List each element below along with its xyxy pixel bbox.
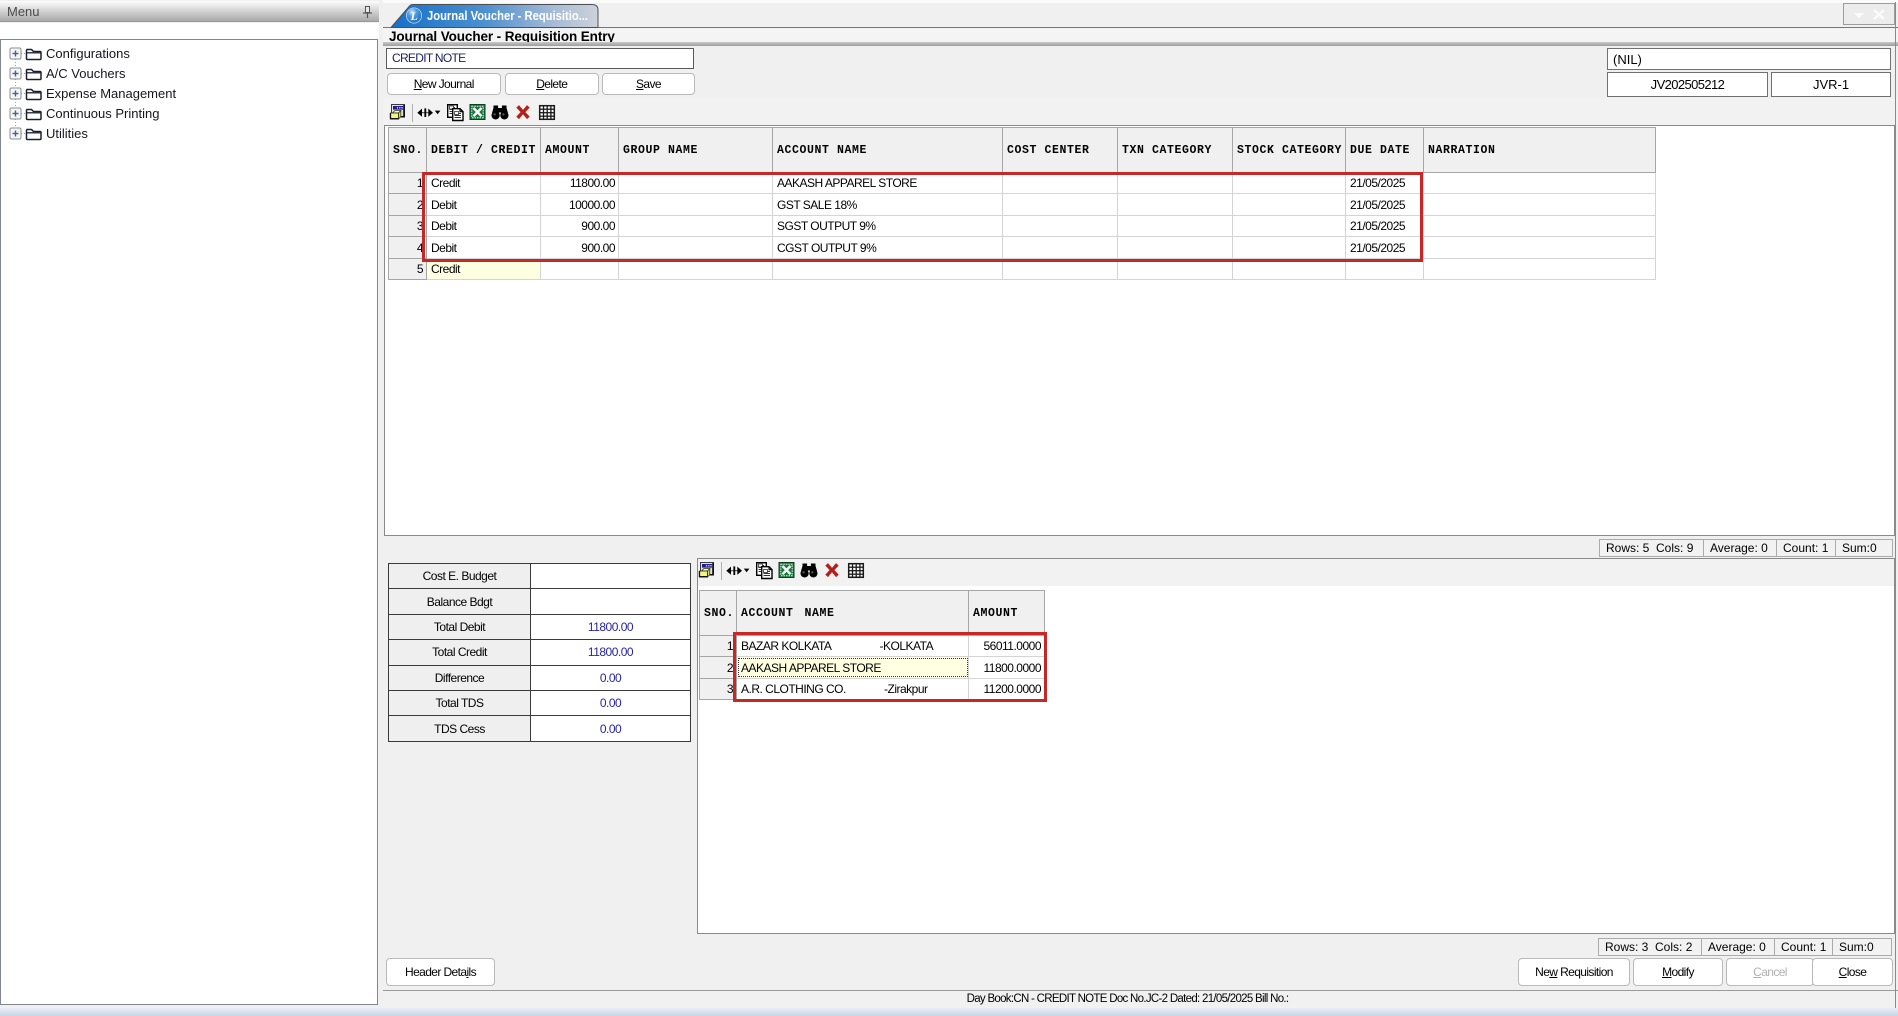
svg-text:L: L [410, 9, 418, 23]
svg-text:Journal Voucher - Requisitio..: Journal Voucher - Requisitio... [427, 8, 588, 23]
